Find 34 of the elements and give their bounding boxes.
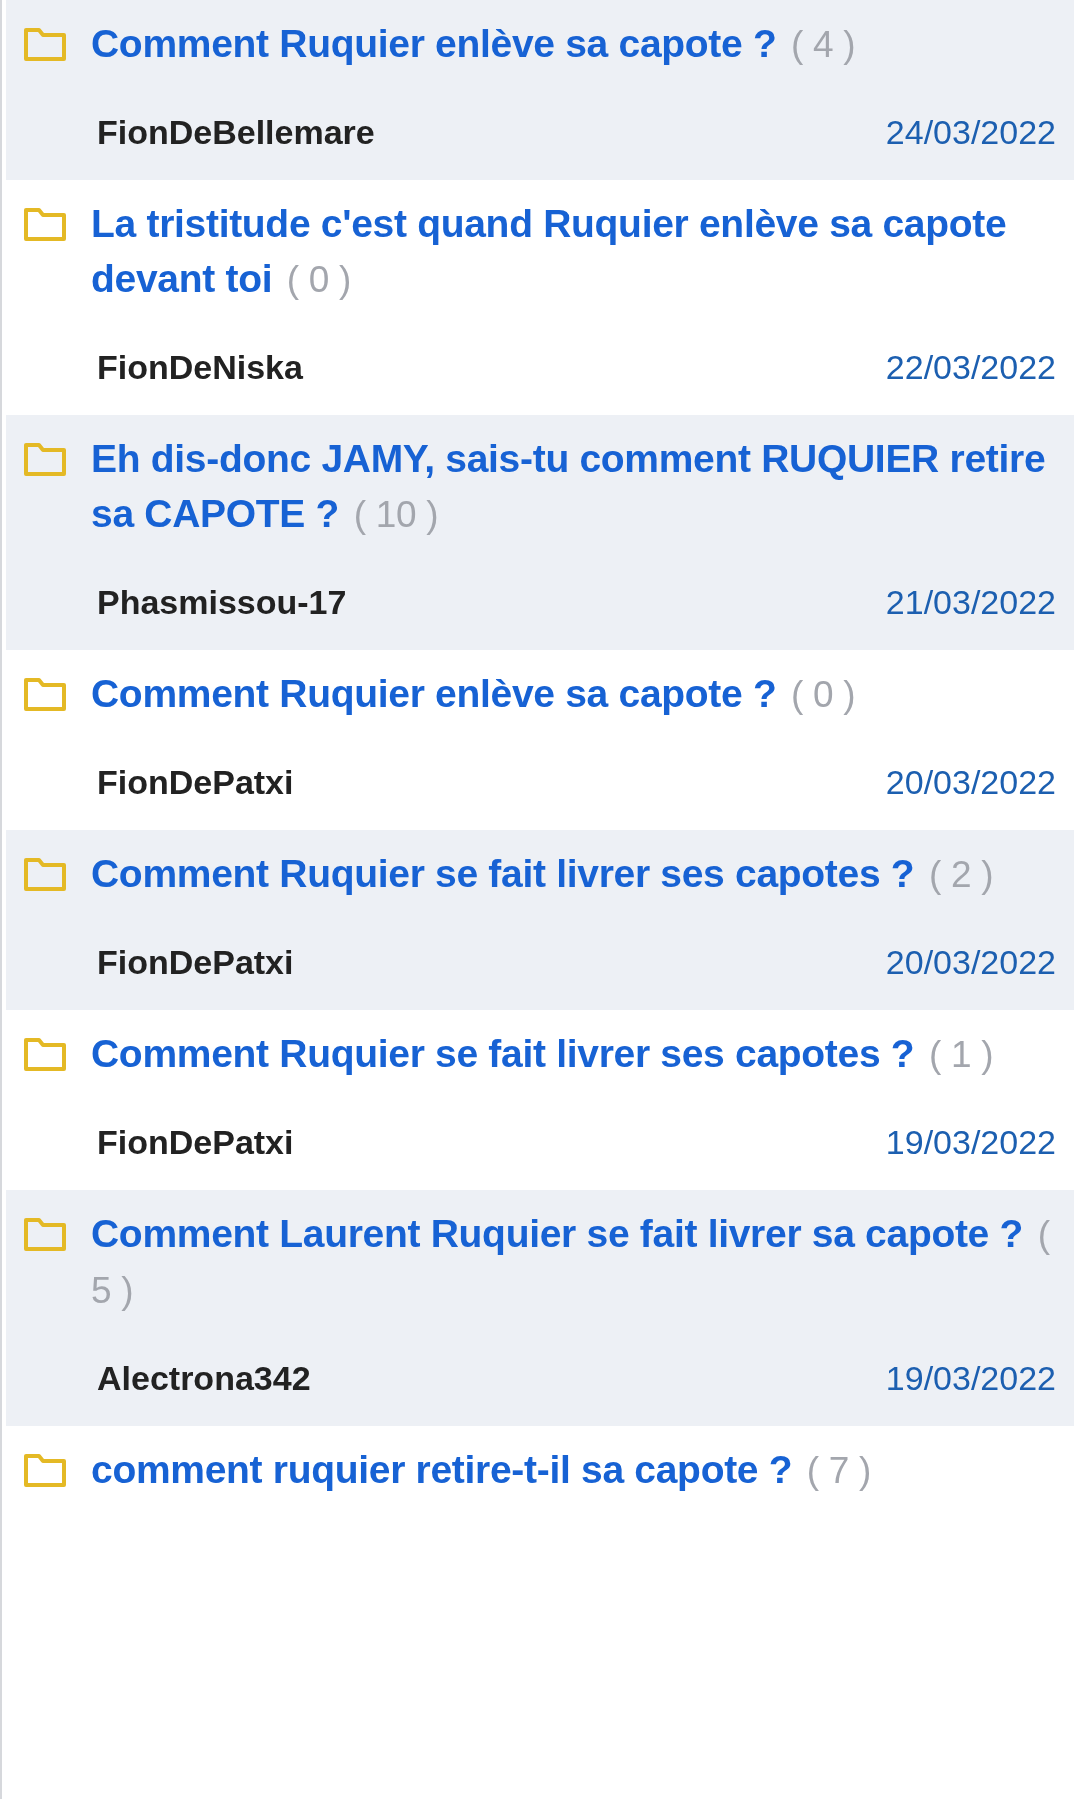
topic-title[interactable]: comment ruquier retire-t-il sa capote ? ( 7 ) [91, 1442, 872, 1498]
author-name[interactable]: FionDePatxi [97, 1122, 294, 1162]
topic-title[interactable]: Comment Ruquier enlève sa capote ? ( 0 ) [91, 666, 856, 722]
topic-row[interactable]: Eh dis-donc JAMY, sais-tu comment RUQUIER retire sa CAPOTE ? ( 10 ) Phasmissou-17 21/03/2022 [6, 415, 1074, 650]
topic-date: 22/03/2022 [885, 347, 1056, 387]
topic-title[interactable]: Comment Ruquier se fait livrer ses capotes ? ( 1 ) [91, 1026, 994, 1082]
topic-title[interactable]: Comment Ruquier enlève sa capote ? ( 4 ) [91, 16, 856, 72]
topic-date: 20/03/2022 [885, 942, 1056, 982]
topic-row[interactable]: Comment Ruquier se fait livrer ses capotes ? ( 2 ) FionDePatxi 20/03/2022 [6, 830, 1074, 1010]
author-name[interactable]: Alectrona342 [97, 1358, 311, 1398]
folder-icon [23, 206, 67, 242]
topic-row[interactable]: Comment Ruquier enlève sa capote ? ( 4 ) FionDeBellemare 24/03/2022 [6, 0, 1074, 180]
folder-icon [23, 1036, 67, 1072]
topic-title[interactable]: La tristitude c'est quand Ruquier enlève sa capote devant toi ( 0 ) [91, 196, 1056, 307]
topic-date: 19/03/2022 [885, 1122, 1056, 1162]
topic-date: 20/03/2022 [885, 762, 1056, 802]
topic-row[interactable]: Comment Laurent Ruquier se fait livrer sa capote ? ( 5 ) Alectrona342 19/03/2022 [6, 1190, 1074, 1426]
folder-icon [23, 26, 67, 62]
folder-icon [23, 676, 67, 712]
topic-title[interactable]: Comment Laurent Ruquier se fait livrer sa capote ? ( 5 ) [91, 1206, 1056, 1318]
topic-date: 19/03/2022 [885, 1358, 1056, 1398]
topic-date: 24/03/2022 [885, 112, 1056, 152]
author-name[interactable]: FionDePatxi [97, 762, 294, 802]
folder-icon [23, 1452, 67, 1488]
topic-title[interactable]: Comment Ruquier se fait livrer ses capotes ? ( 2 ) [91, 846, 994, 902]
author-name[interactable]: Phasmissou-17 [97, 582, 347, 622]
topic-date: 21/03/2022 [885, 582, 1056, 622]
folder-icon [23, 441, 67, 477]
author-name[interactable]: FionDeNiska [97, 347, 303, 387]
topic-title[interactable]: Eh dis-donc JAMY, sais-tu comment RUQUIER retire sa CAPOTE ? ( 10 ) [91, 431, 1056, 542]
author-name[interactable]: FionDeBellemare [97, 112, 375, 152]
folder-icon [23, 856, 67, 892]
author-name[interactable]: FionDePatxi [97, 942, 294, 982]
folder-icon [23, 1216, 67, 1252]
